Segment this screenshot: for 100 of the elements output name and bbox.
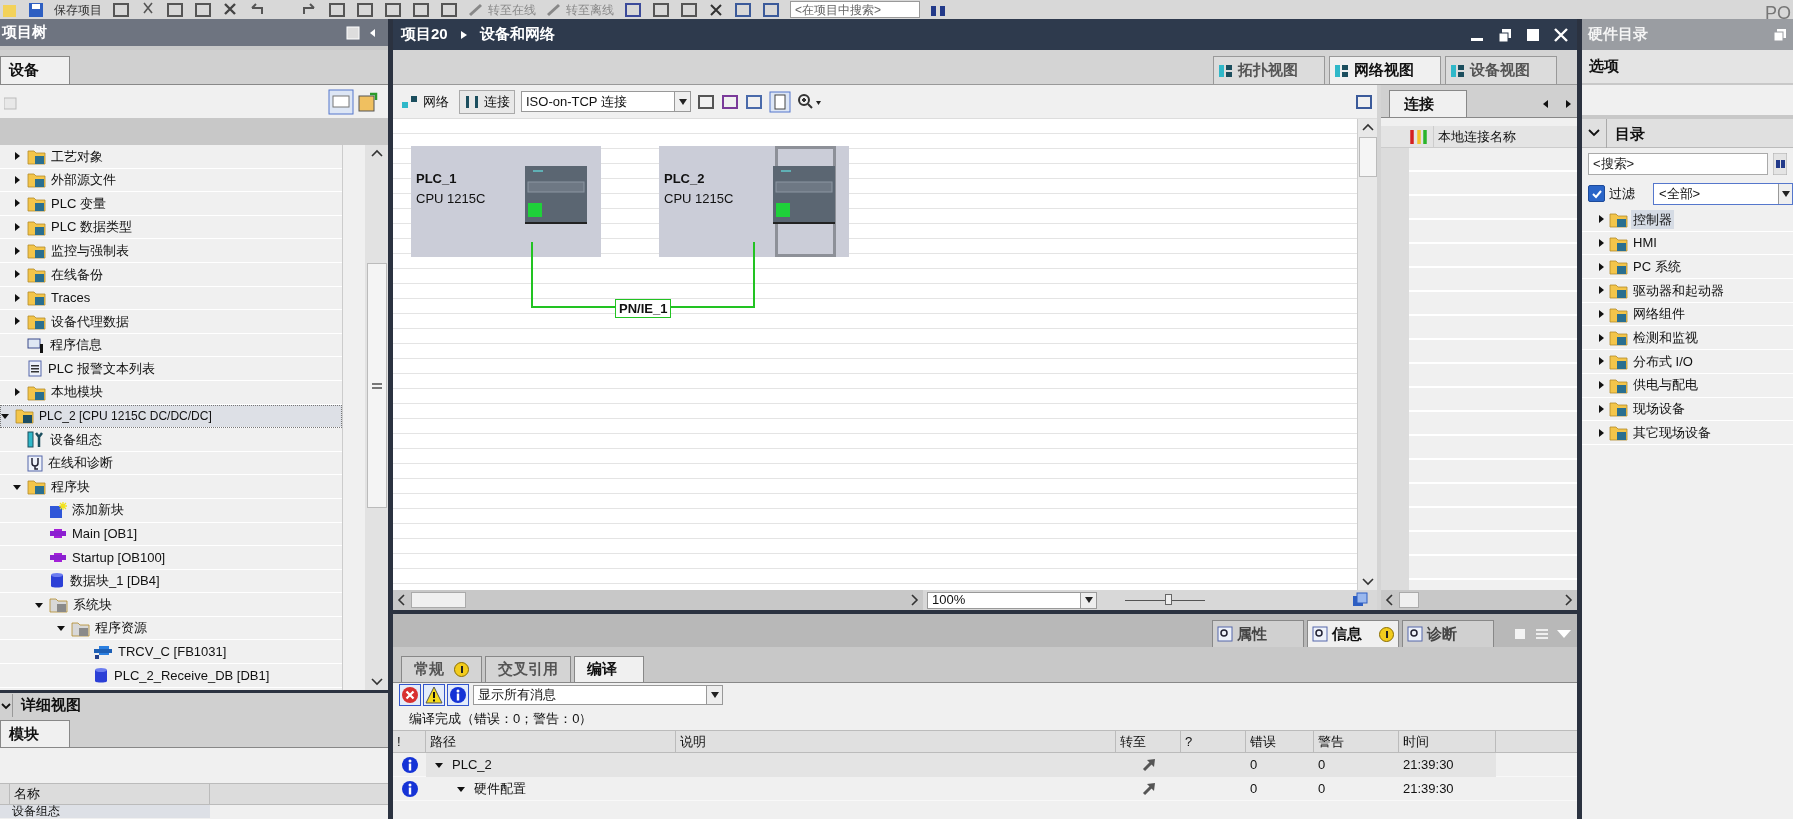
filter-toggle[interactable]: [399, 684, 421, 706]
connect-button[interactable]: 连接: [459, 89, 515, 114]
breadcrumb-item[interactable]: 设备和网络: [479, 23, 555, 46]
tree-item[interactable]: 添加新块: [0, 498, 342, 523]
tree-item[interactable]: 设备组态: [0, 428, 342, 452]
catalog-item[interactable]: 其它现场设备: [1631, 422, 1713, 443]
zoom-dropdown[interactable]: 100%: [927, 591, 1097, 609]
dropdown-arrow-icon[interactable]: [1084, 597, 1093, 603]
category-dropdown[interactable]: <全部>: [1653, 182, 1793, 205]
expand-arrow-icon[interactable]: [1596, 332, 1606, 343]
restore-icon[interactable]: [1497, 26, 1513, 43]
view-tab[interactable]: 拓扑视图: [1213, 56, 1325, 84]
expand-arrow-icon[interactable]: [12, 222, 22, 233]
scrollbar[interactable]: [365, 145, 388, 690]
inspector-tab[interactable]: 属性: [1212, 620, 1304, 647]
table-cell[interactable]: 设备组态: [0, 805, 210, 818]
expand-arrow-icon[interactable]: [12, 292, 22, 303]
tree-item[interactable]: 监控与强制表: [0, 239, 342, 263]
expand-arrow-icon[interactable]: [1596, 214, 1606, 225]
panel-tab[interactable]: 设备: [0, 56, 70, 84]
tree-item[interactable]: 程序信息: [0, 333, 342, 358]
tree-item[interactable]: 设备代理数据: [0, 310, 342, 334]
tree-item[interactable]: Main [OB1]: [0, 522, 342, 547]
project-search-field[interactable]: <在项目中搜索>: [790, 1, 920, 18]
panel-tab[interactable]: 连接: [1389, 90, 1467, 117]
catalog-item[interactable]: 供电与配电: [1631, 375, 1700, 395]
navigation-icon[interactable]: [1351, 592, 1369, 608]
filter-toggle[interactable]: [447, 684, 469, 706]
tree-item[interactable]: 程序资源: [0, 616, 342, 641]
save-project-button[interactable]: 保存项目: [54, 3, 102, 16]
expand-arrow-icon[interactable]: [12, 198, 22, 209]
catalog-item[interactable]: PC 系统: [1631, 256, 1683, 277]
scrollbar[interactable]: [1357, 119, 1377, 590]
expand-arrow-icon[interactable]: [1596, 356, 1606, 367]
zoom-in-icon[interactable]: [797, 92, 823, 111]
tree-item[interactable]: 外部源文件: [0, 168, 342, 193]
slider-thumb[interactable]: [1165, 594, 1172, 605]
tree-item[interactable]: Traces: [0, 286, 342, 311]
scrollbar-thumb[interactable]: [1358, 137, 1377, 177]
catalog-item[interactable]: 检测和监视: [1631, 328, 1700, 348]
tree-item[interactable]: 数据块_1 [DB4]: [0, 569, 342, 594]
expand-arrow-icon[interactable]: [12, 316, 22, 327]
tree-item[interactable]: PLC 变量: [0, 192, 342, 216]
scrollbar-thumb[interactable]: [411, 592, 466, 608]
device-card[interactable]: PLC_1 CPU 1215C: [411, 146, 601, 257]
breadcrumb-item[interactable]: 项目20: [401, 23, 448, 46]
catalog-item[interactable]: 现场设备: [1631, 399, 1687, 419]
view-tab[interactable]: 设备视图: [1445, 56, 1557, 84]
tree-item[interactable]: 在线和诊断: [0, 451, 342, 476]
tree-item[interactable]: 本地模块: [0, 380, 342, 405]
view-tab[interactable]: 网络视图: [1329, 56, 1441, 84]
catalog-item[interactable]: 网络组件: [1631, 304, 1687, 324]
expand-arrow-icon[interactable]: [12, 174, 22, 185]
catalog-item[interactable]: 分布式 I/O: [1631, 351, 1695, 372]
expand-arrow-icon[interactable]: [1596, 261, 1606, 272]
expand-arrow-icon[interactable]: [1596, 238, 1606, 249]
go-to-arrow-icon[interactable]: [1141, 782, 1156, 796]
expand-arrow-icon[interactable]: [1596, 403, 1606, 414]
filter-checkbox[interactable]: [1588, 185, 1605, 202]
binoculars-icon[interactable]: [1773, 152, 1787, 175]
dropdown-arrow-icon[interactable]: [710, 692, 719, 698]
expand-arrow-icon[interactable]: [12, 387, 22, 398]
scrollbar-thumb[interactable]: [366, 263, 387, 508]
layout-icon[interactable]: [346, 25, 360, 40]
device-card[interactable]: PLC_2 CPU 1215C: [659, 146, 849, 257]
scrollbar[interactable]: [393, 590, 923, 610]
scroll-left-icon[interactable]: [1541, 99, 1551, 109]
zoom-slider[interactable]: [1125, 592, 1205, 608]
go-to-arrow-icon[interactable]: [1141, 758, 1156, 772]
tree-item[interactable]: PLC_2 [CPU 1215C DC/DC/DC]: [0, 404, 342, 429]
export-table-icon[interactable]: [358, 90, 380, 113]
dropdown-arrow-icon[interactable]: [678, 98, 687, 105]
tree-item[interactable]: PLC 数据类型: [0, 215, 342, 240]
tree-item[interactable]: 工艺对象: [0, 145, 342, 169]
panel-tab[interactable]: 模块: [0, 720, 70, 747]
inspector-tab[interactable]: 信息: [1307, 620, 1399, 647]
inspector-tab[interactable]: 诊断: [1402, 620, 1494, 647]
tree-item[interactable]: PLC_2_Receive_DB [DB1]: [0, 664, 342, 688]
scrollbar-thumb[interactable]: [1399, 592, 1419, 608]
expand-arrow-icon[interactable]: [1596, 380, 1606, 391]
catalog-search-field[interactable]: <搜索>: [1588, 152, 1768, 175]
subnet-label[interactable]: PN/IE_1: [615, 299, 672, 318]
network-button[interactable]: 网络: [397, 91, 453, 112]
close-icon[interactable]: [1553, 26, 1569, 43]
expand-arrow-icon[interactable]: [1596, 285, 1606, 296]
expand-arrow-icon[interactable]: [12, 245, 22, 256]
dropdown-arrow-icon[interactable]: [1781, 190, 1790, 197]
filter-toggle[interactable]: [423, 684, 445, 706]
tree-item[interactable]: 程序块: [0, 475, 342, 499]
tree-item[interactable]: PLC 报警文本列表: [0, 357, 342, 381]
table-cell[interactable]: PLC_2: [426, 753, 676, 777]
expand-arrow-icon[interactable]: [456, 784, 466, 794]
tree-item[interactable]: Startup [OB100]: [0, 546, 342, 570]
message-filter-dropdown[interactable]: 显示所有消息: [473, 685, 723, 705]
expand-arrow-icon[interactable]: [1596, 427, 1606, 438]
scrollbar[interactable]: [1381, 590, 1577, 610]
tree-item[interactable]: TRCV_C [FB1031]: [0, 640, 342, 665]
accessible-devices-icon[interactable]: [624, 1, 642, 18]
inspector-subtab[interactable]: 交叉引用: [485, 656, 571, 682]
catalog-item[interactable]: 驱动器和起动器: [1631, 280, 1726, 301]
